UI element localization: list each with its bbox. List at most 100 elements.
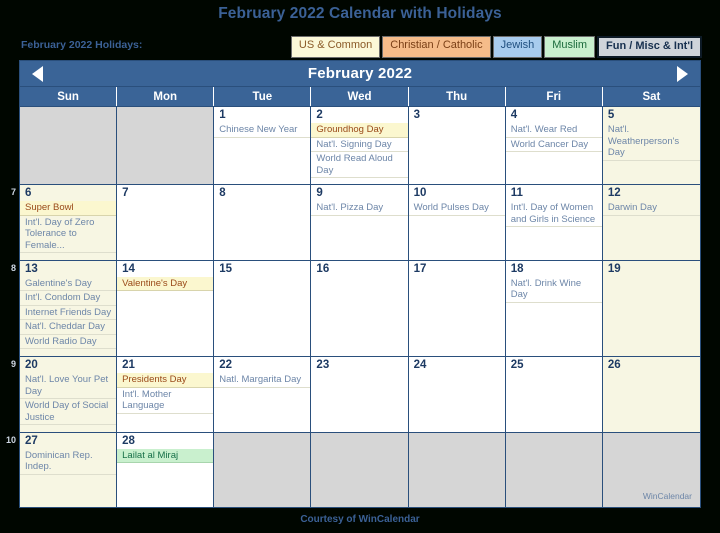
day-number: 10: [413, 187, 427, 200]
calendar-week-row: 20 Nat'l. Love Your Pet Day World Day of S…: [20, 357, 700, 433]
day-events: Presidents Day Int'l. Mother Language: [117, 373, 214, 414]
calendar-day-cell[interactable]: 16: [311, 260, 409, 357]
calendar-day-cell[interactable]: 4 Nat'l. Wear Red World Cancer Day: [505, 107, 603, 185]
holiday-event[interactable]: Int'l. Mother Language: [117, 388, 214, 414]
holiday-event[interactable]: World Pulses Day: [408, 201, 505, 216]
holiday-event[interactable]: Super Bowl: [20, 201, 117, 216]
holiday-event[interactable]: Dominican Rep. Indep.: [20, 449, 117, 475]
day-events: Nat'l. Wear Red World Cancer Day: [505, 123, 602, 152]
holiday-event[interactable]: Groundhog Day: [311, 123, 408, 138]
holiday-event[interactable]: Lailat al Miraj: [117, 448, 214, 464]
holiday-event[interactable]: Int'l. Condom Day: [20, 291, 117, 306]
day-events: Chinese New Year: [214, 123, 311, 138]
weekday-header-sat: Sat: [642, 90, 661, 103]
calendar-day-cell[interactable]: 27 Dominican Rep. Indep.: [20, 432, 118, 507]
holiday-event[interactable]: Valentine's Day: [117, 276, 214, 292]
calendar-day-cell[interactable]: 28 Lailat al Miraj: [117, 432, 215, 507]
calendar-day-cell[interactable]: 10 World Pulses Day: [408, 185, 506, 260]
calendar-day-cell[interactable]: 1 Chinese New Year: [214, 107, 312, 185]
holiday-event[interactable]: Darwin Day: [602, 201, 700, 216]
calendar-cell-empty: [311, 432, 409, 507]
calendar-day-cell[interactable]: 6 Super Bowl Int'l. Day of Zero Tolerance …: [20, 185, 118, 260]
calendar-day-cell[interactable]: 12 Darwin Day: [602, 185, 700, 260]
holiday-event[interactable]: World Read Aloud Day: [311, 152, 408, 178]
calendar-day-cell[interactable]: 19: [602, 260, 700, 357]
calendar-day-cell[interactable]: 14 Valentine's Day: [117, 260, 215, 357]
day-number: 15: [219, 262, 233, 275]
legend-chip-christian-catholic[interactable]: Christian / Catholic: [382, 36, 491, 58]
day-events: Groundhog Day Nat'l. Signing Day World Rea…: [311, 123, 408, 178]
day-events: Lailat al Miraj: [117, 448, 214, 464]
weekday-header-sun: Sun: [20, 87, 118, 106]
day-number: 8: [219, 187, 226, 200]
month-header-bar: February 2022: [20, 61, 700, 87]
calendar-cell-empty: [505, 432, 603, 507]
day-events: Darwin Day: [602, 201, 700, 216]
calendar-cell-empty: [117, 107, 215, 185]
day-number: 20: [25, 359, 38, 372]
calendar-day-cell[interactable]: 26: [602, 357, 700, 432]
day-number: 3: [413, 109, 420, 121]
weekday-header-mon: Mon: [117, 87, 215, 106]
calendar-day-cell[interactable]: 21 Presidents Day Int'l. Mother Language: [117, 357, 215, 432]
calendar-day-cell[interactable]: 3: [408, 107, 506, 185]
calendar-day-cell[interactable]: 7: [117, 185, 215, 260]
holiday-event[interactable]: Nat'l. Signing Day: [311, 138, 408, 152]
calendar-day-cell[interactable]: 17: [408, 260, 506, 357]
day-events: Super Bowl Int'l. Day of Zero Tolerance t…: [20, 201, 117, 254]
previous-month-arrow-icon[interactable]: [32, 65, 43, 82]
legend-chip-fun-misc-intl[interactable]: Fun / Misc & Int'l: [597, 36, 702, 58]
calendar-day-cell[interactable]: 11 Int'l. Day of Women and Girls in Scien…: [505, 185, 603, 260]
calendar-day-cell[interactable]: 15: [214, 260, 312, 357]
calendar-day-cell[interactable]: 20 Nat'l. Love Your Pet Day World Day of S…: [20, 357, 118, 432]
day-number: 24: [413, 359, 427, 372]
day-number: 21: [122, 359, 135, 372]
day-number: 1: [219, 109, 226, 121]
week-number: 9: [10, 359, 16, 370]
holiday-event[interactable]: World Radio Day: [20, 335, 117, 350]
holiday-event[interactable]: Natl. Margarita Day: [214, 373, 311, 388]
day-number: 23: [316, 359, 330, 372]
calendar-day-cell[interactable]: 22 Natl. Margarita Day: [214, 357, 312, 432]
holiday-event[interactable]: Chinese New Year: [214, 123, 311, 138]
holiday-event[interactable]: World Day of Social Justice: [20, 399, 117, 426]
legend-row: February 2022 Holidays: US & Common Chri…: [0, 36, 720, 58]
holiday-event[interactable]: Nat'l. Pizza Day: [311, 201, 408, 216]
day-number: 2: [316, 109, 323, 121]
holiday-event[interactable]: Int'l. Day of Zero Tolerance to Female..…: [20, 216, 117, 254]
holiday-event[interactable]: Presidents Day: [117, 373, 214, 388]
holiday-event[interactable]: World Cancer Day: [505, 138, 602, 152]
calendar-day-cell[interactable]: 9 Nat'l. Pizza Day: [311, 185, 409, 260]
day-number: 13: [25, 262, 38, 275]
day-number: 6: [25, 187, 32, 200]
holiday-event[interactable]: Nat'l. Cheddar Day: [20, 320, 117, 335]
holiday-event[interactable]: Nat'l. Wear Red: [505, 123, 602, 138]
calendar-day-cell[interactable]: 23: [311, 357, 409, 432]
day-number: 9: [316, 187, 323, 200]
calendar-day-cell[interactable]: 25: [505, 357, 603, 432]
calendar-page: February 2022 Calendar with Holidays Feb…: [0, 0, 720, 533]
day-events: Nat'l. Weatherperson's Day: [602, 123, 700, 161]
calendar-day-cell[interactable]: 2 Groundhog Day Nat'l. Signing Day World Re…: [311, 107, 409, 185]
holiday-event[interactable]: Nat'l. Love Your Pet Day: [20, 373, 117, 400]
day-number: 18: [510, 262, 524, 275]
legend-chip-muslim[interactable]: Muslim: [544, 36, 596, 58]
calendar-cell-empty: [408, 432, 506, 507]
calendar-day-cell[interactable]: 24: [408, 357, 506, 432]
next-month-arrow-icon[interactable]: [677, 65, 688, 82]
calendar-frame: February 2022 Sun Mon Tue Wed Thu Fri Sa…: [19, 60, 701, 508]
legend-chip-us-common[interactable]: US & Common: [290, 36, 381, 58]
holiday-event[interactable]: Nat'l. Drink Wine Day: [505, 277, 602, 303]
day-events: World Pulses Day: [408, 201, 505, 216]
holiday-event[interactable]: Nat'l. Weatherperson's Day: [602, 123, 700, 161]
day-number: 28: [122, 434, 135, 447]
legend-chip-jewish[interactable]: Jewish: [492, 36, 543, 58]
calendar-day-cell[interactable]: 5 Nat'l. Weatherperson's Day: [602, 107, 700, 185]
calendar-day-cell[interactable]: 13 Galentine's Day Int'l. Condom Day Intern…: [20, 260, 118, 357]
holiday-event[interactable]: Internet Friends Day: [20, 306, 117, 321]
day-number: 5: [607, 109, 615, 121]
holiday-event[interactable]: Int'l. Day of Women and Girls in Science: [505, 201, 602, 228]
calendar-day-cell[interactable]: 18 Nat'l. Drink Wine Day: [505, 260, 603, 357]
calendar-day-cell[interactable]: 8: [214, 185, 312, 260]
holiday-event[interactable]: Galentine's Day: [20, 277, 117, 292]
